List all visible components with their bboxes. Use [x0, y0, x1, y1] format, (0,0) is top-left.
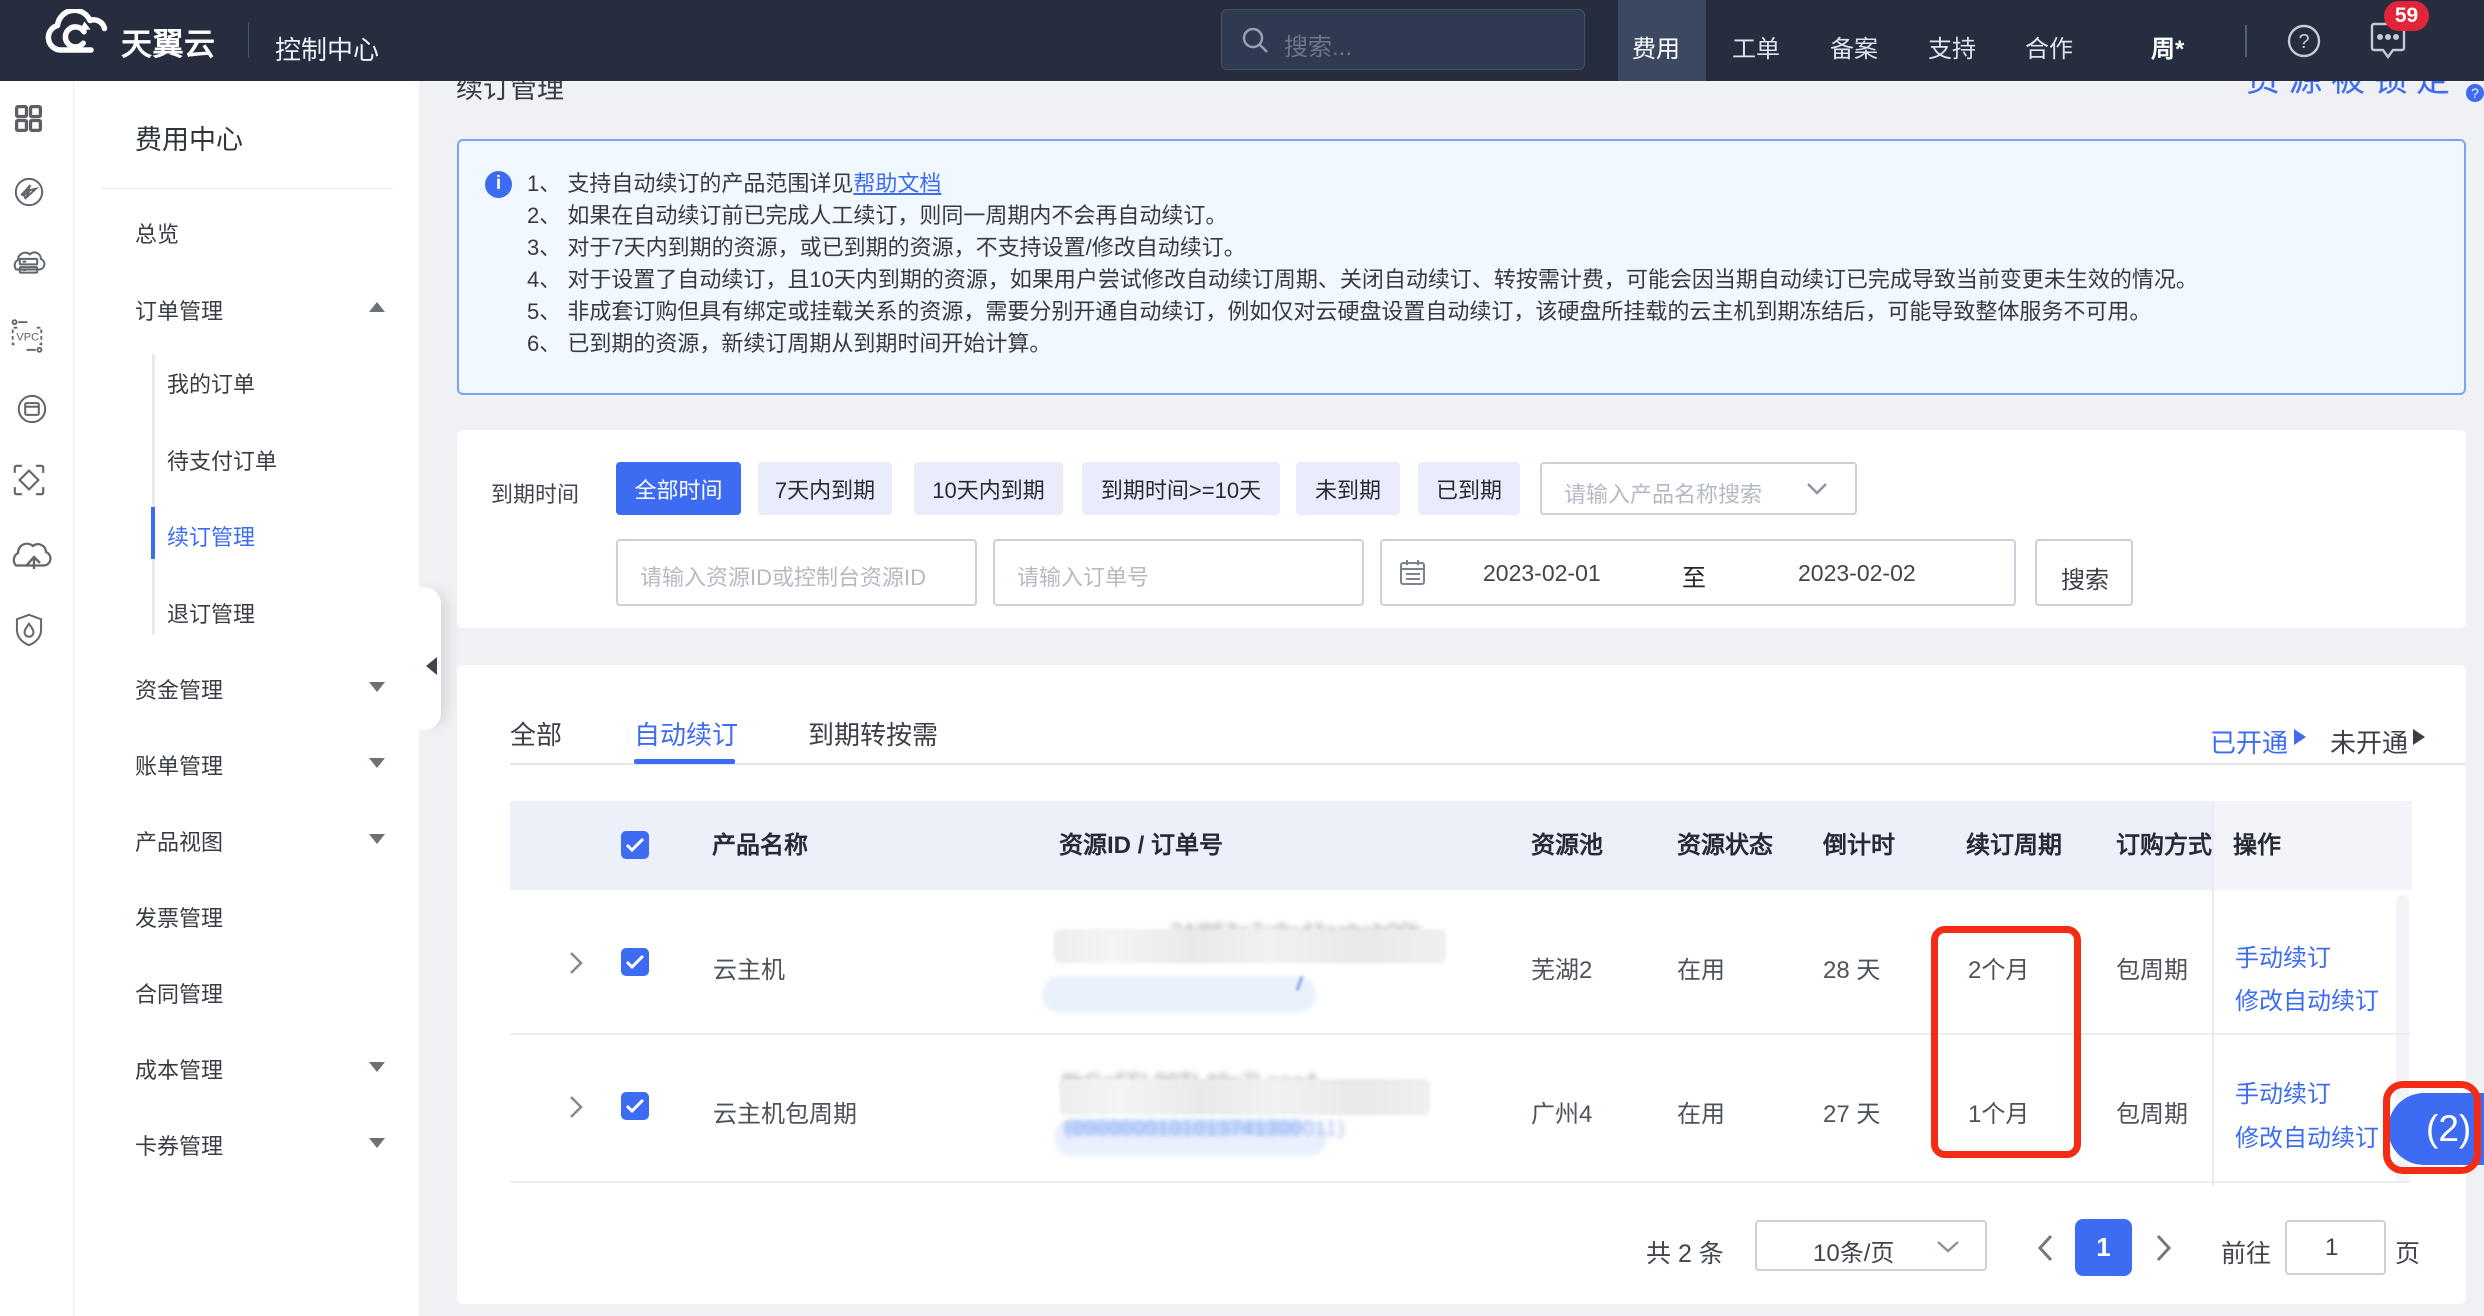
svg-text:?: ?: [2298, 31, 2309, 53]
svg-text:VPC: VPC: [16, 332, 39, 344]
